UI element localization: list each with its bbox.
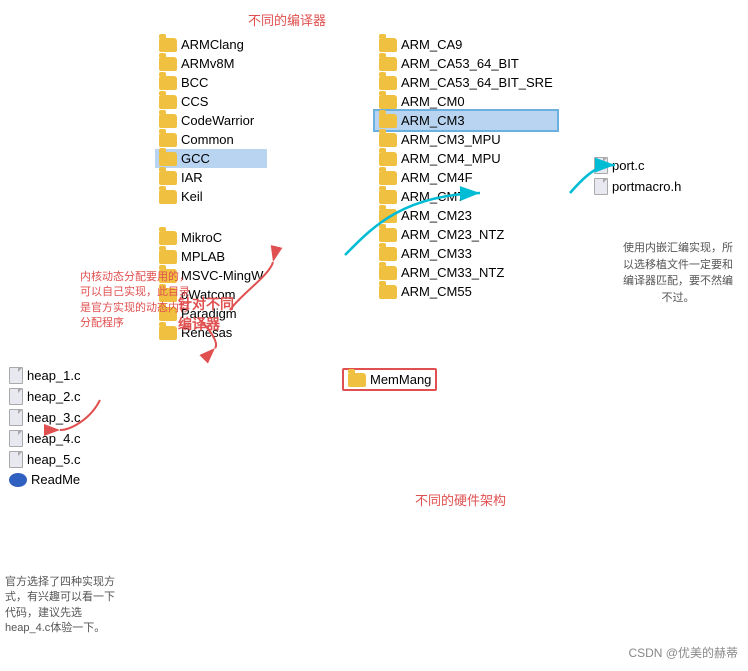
title-compilers: 不同的编译器 xyxy=(248,10,326,29)
list-item[interactable]: ARM_CM4_MPU xyxy=(375,149,557,168)
readme-icon xyxy=(9,473,27,487)
heap2-item[interactable]: heap_2.c xyxy=(5,386,85,407)
folder-icon xyxy=(159,190,177,204)
folder-icon xyxy=(379,133,397,147)
folder-icon xyxy=(379,152,397,166)
file-icon xyxy=(9,367,23,384)
list-item[interactable]: ARM_CA53_64_BIT xyxy=(375,54,557,73)
folder-icon xyxy=(379,57,397,71)
list-item[interactable]: CodeWarrior xyxy=(155,111,267,130)
folder-icon xyxy=(379,95,397,109)
file-icon xyxy=(9,451,23,468)
list-item[interactable]: Keil xyxy=(155,187,267,206)
arm-cm3-item[interactable]: ARM_CM3 xyxy=(375,111,557,130)
list-item[interactable]: ARMClang xyxy=(155,35,267,54)
folder-icon xyxy=(159,38,177,52)
list-item[interactable]: ARM_CM23_NTZ xyxy=(375,225,557,244)
folder-icon xyxy=(159,76,177,90)
heap4-item[interactable]: heap_4.c xyxy=(5,428,85,449)
folder-icon xyxy=(379,285,397,299)
list-item[interactable]: ARM_CM4F xyxy=(375,168,557,187)
file-icon xyxy=(9,388,23,405)
file-icon xyxy=(9,409,23,426)
folder-icon xyxy=(379,38,397,52)
folder-icon xyxy=(379,171,397,185)
portmacro-h-item[interactable]: portmacro.h xyxy=(590,176,685,197)
heap-list: heap_1.c heap_2.c heap_3.c heap_4.c heap… xyxy=(5,365,85,489)
port-c-item[interactable]: port.c xyxy=(590,155,685,176)
folder-icon xyxy=(348,373,366,387)
annotation-heap-choice: 官方选择了四种实现方式，有兴趣可以看一下代码，建议先选heap_4.c体验一下。 xyxy=(5,575,120,637)
annotation-embed-asm: 使用内嵌汇编实现，所以选移植文件一定要和编译器匹配，要不然编不过。 xyxy=(618,240,738,306)
memmang-item[interactable]: MemMang xyxy=(342,368,437,391)
folder-icon xyxy=(379,76,397,90)
list-item[interactable]: ARM_CM0 xyxy=(375,92,557,111)
list-item[interactable]: CCS xyxy=(155,92,267,111)
file-icon xyxy=(594,157,608,174)
list-item[interactable]: ARM_CM33_NTZ xyxy=(375,263,557,282)
heap5-item[interactable]: heap_5.c xyxy=(5,449,85,470)
list-item[interactable]: BCC xyxy=(155,73,267,92)
architecture-list: ARM_CA9 ARM_CA53_64_BIT ARM_CA53_64_BIT_… xyxy=(375,35,557,301)
list-item[interactable]: MPLAB xyxy=(155,247,267,266)
folder-icon xyxy=(159,171,177,185)
folder-icon xyxy=(379,114,397,128)
folder-icon xyxy=(159,231,177,245)
folder-icon xyxy=(379,266,397,280)
folder-icon xyxy=(159,152,177,166)
watermark: CSDN @优美的赫蒂 xyxy=(628,644,738,661)
file-icon xyxy=(594,178,608,195)
file-icon xyxy=(9,430,23,447)
list-item[interactable]: ARM_CM7 xyxy=(375,187,557,206)
folder-icon xyxy=(159,95,177,109)
folder-icon xyxy=(159,114,177,128)
folder-icon xyxy=(379,228,397,242)
heap1-item[interactable]: heap_1.c xyxy=(5,365,85,386)
file-list: port.c portmacro.h xyxy=(590,155,685,197)
list-item[interactable]: ARMv8M xyxy=(155,54,267,73)
gcc-item[interactable]: GCC xyxy=(155,149,267,168)
folder-icon xyxy=(379,247,397,261)
list-item[interactable]: MikroC xyxy=(155,228,267,247)
folder-icon xyxy=(159,250,177,264)
list-item[interactable]: ARM_CA9 xyxy=(375,35,557,54)
folder-icon xyxy=(159,133,177,147)
list-item[interactable]: Common xyxy=(155,130,267,149)
annotation-heap-desc: 内核动态分配要用的，可以自己实现，此目录是官方实现的动态内存分配程序 xyxy=(80,270,190,332)
list-item[interactable]: ARM_CM3_MPU xyxy=(375,130,557,149)
arrows-overlay xyxy=(0,0,748,671)
heap3-item[interactable]: heap_3.c xyxy=(5,407,85,428)
readme-item[interactable]: ReadMe xyxy=(5,470,85,489)
list-item[interactable]: IAR xyxy=(155,168,267,187)
annotation-compiler: 针对不同 编译器 xyxy=(178,295,234,334)
list-item[interactable]: ARM_CA53_64_BIT_SRE xyxy=(375,73,557,92)
folder-icon xyxy=(159,57,177,71)
list-item[interactable]: ARM_CM55 xyxy=(375,282,557,301)
folder-icon xyxy=(379,209,397,223)
folder-icon xyxy=(379,190,397,204)
list-item[interactable]: ARM_CM33 xyxy=(375,244,557,263)
title-hardware: 不同的硬件架构 xyxy=(415,490,506,509)
list-item[interactable]: ARM_CM23 xyxy=(375,206,557,225)
